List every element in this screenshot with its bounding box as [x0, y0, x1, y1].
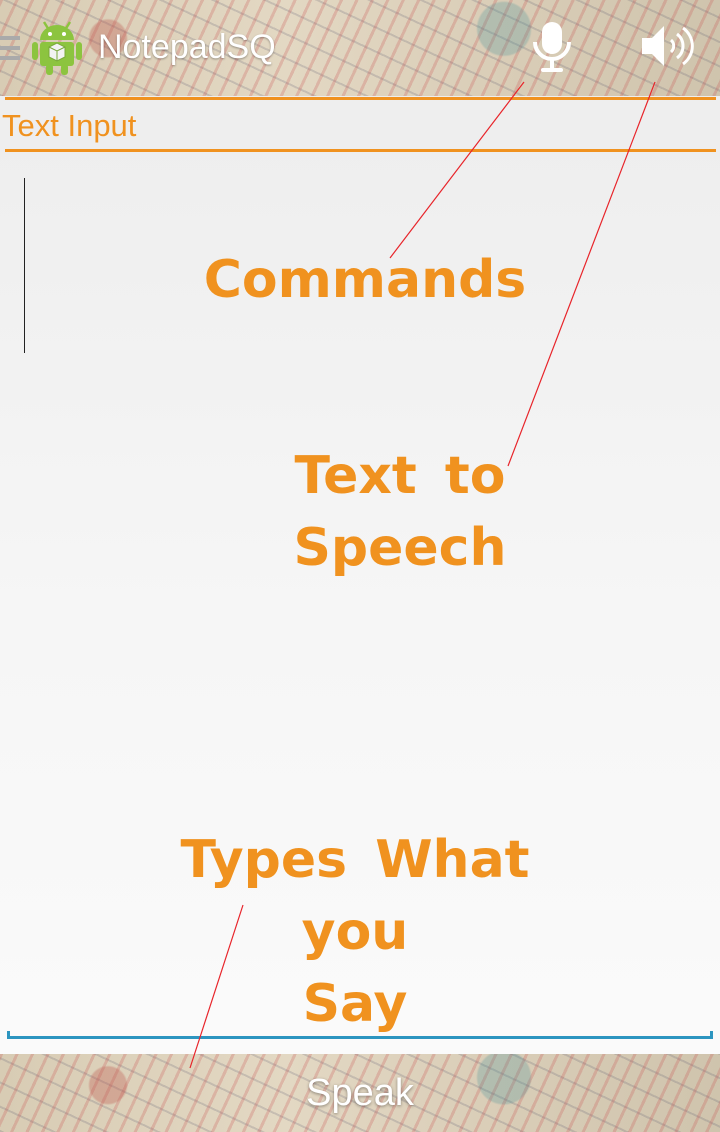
header-divider-bottom	[5, 149, 716, 152]
annotation-tts-line2: Speech	[293, 518, 507, 578]
annotation-types-line2: Say	[302, 974, 408, 1034]
annotation-commands: Commands	[200, 244, 530, 316]
speak-button-label: Speak	[306, 1071, 414, 1114]
microphone-icon[interactable]	[526, 14, 578, 78]
bottom-bar: Speak	[0, 1054, 720, 1132]
text-cursor	[24, 178, 25, 353]
menu-icon[interactable]	[0, 36, 20, 62]
header-divider-top	[5, 97, 716, 100]
speaker-icon[interactable]	[636, 18, 694, 74]
action-bar: NotepadSQ	[0, 0, 720, 96]
section-label: Text Input	[2, 108, 137, 143]
annotation-types-what-you-say: Types What you Say	[120, 824, 590, 1040]
speak-button[interactable]: Speak	[0, 1054, 720, 1132]
app-title: NotepadSQ	[98, 28, 276, 66]
android-app-icon[interactable]	[30, 18, 84, 76]
annotation-types-line1: Types What you	[180, 830, 530, 962]
annotation-text-to-speech: Text to Speech	[270, 440, 530, 584]
annotation-commands-text: Commands	[203, 250, 527, 310]
annotation-tts-line1: Text to	[294, 446, 506, 506]
